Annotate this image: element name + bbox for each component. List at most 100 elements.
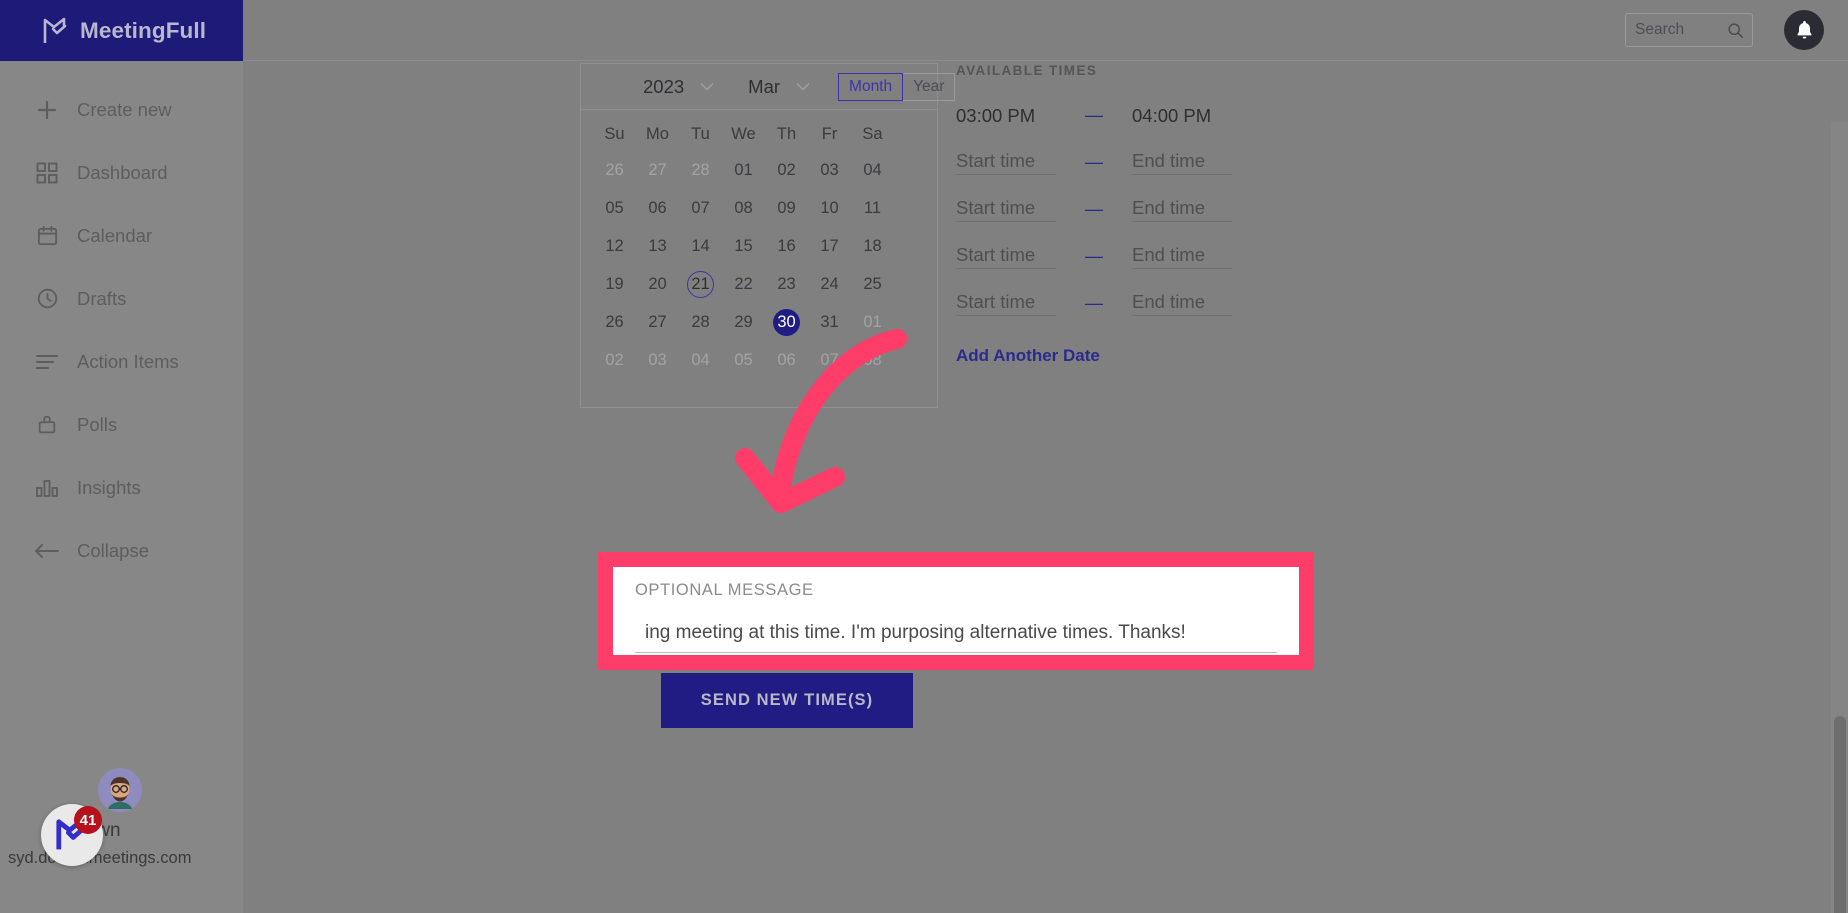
calendar-day-cell[interactable]: 26	[593, 303, 636, 341]
available-times-title: AVAILABLE TIMES	[956, 63, 1098, 78]
calendar-day-today: 21	[687, 270, 714, 298]
end-time-field[interactable]: End time	[1132, 150, 1232, 175]
start-time-field[interactable]: Start time	[956, 244, 1056, 269]
end-time-field[interactable]: 04:00 PM	[1132, 105, 1232, 127]
calendar-day-cell[interactable]: 11	[851, 189, 894, 227]
calendar-day-cell[interactable]: 26	[593, 151, 636, 189]
sidebar-item-dashboard[interactable]: Dashboard	[0, 141, 243, 204]
chevron-down-icon	[796, 82, 810, 91]
notification-bell-button[interactable]	[1784, 10, 1824, 50]
start-time-field[interactable]: Start time	[956, 291, 1056, 316]
calendar-day-cell[interactable]: 03	[636, 341, 679, 379]
available-time-row: Start time — End time	[956, 280, 1376, 327]
chevron-down-icon	[700, 82, 714, 91]
calendar-day-cell[interactable]: 25	[851, 265, 894, 303]
calendar-day-cell[interactable]: 27	[636, 151, 679, 189]
calendar-day-cell[interactable]: 08	[851, 341, 894, 379]
calendar-day-cell[interactable]: 31	[808, 303, 851, 341]
time-range-dash: —	[1085, 105, 1103, 125]
available-time-row: Start time — End time	[956, 186, 1376, 233]
sidebar-item-create-new[interactable]: Create new	[0, 78, 243, 141]
day-header: Sa	[862, 125, 883, 143]
main-content: 2023 Mar Month Year Su Mo Tu We Th Fr Sa…	[243, 61, 1848, 913]
clock-icon	[34, 286, 60, 312]
calendar-day-cell[interactable]: 01	[722, 151, 765, 189]
view-mode-year-button[interactable]: Year	[902, 72, 956, 101]
available-time-row: Start time — End time	[956, 139, 1376, 186]
end-time-field[interactable]: End time	[1132, 244, 1232, 269]
calendar-day-cell[interactable]: 06	[765, 341, 808, 379]
calendar-day-cell[interactable]: 07	[679, 189, 722, 227]
view-mode-month-button[interactable]: Month	[838, 72, 904, 101]
month-select[interactable]: Mar	[748, 76, 810, 98]
time-range-dash: —	[1085, 199, 1103, 219]
day-header: Fr	[821, 125, 838, 143]
calendar-day-cell[interactable]: 06	[636, 189, 679, 227]
search-input[interactable]	[1635, 21, 1727, 39]
optional-message-card: OPTIONAL MESSAGE ing meeting at this tim…	[598, 552, 1314, 670]
calendar-day-cell[interactable]: 28	[679, 303, 722, 341]
calendar-day-cell[interactable]: 01	[851, 303, 894, 341]
sidebar-item-collapse[interactable]: Collapse	[0, 519, 243, 582]
calendar-day-cell[interactable]: 27	[636, 303, 679, 341]
search-box[interactable]	[1625, 13, 1753, 47]
avatar[interactable]	[98, 768, 142, 812]
calendar-day-cell[interactable]: 04	[851, 151, 894, 189]
calendar-day-cell[interactable]: 23	[765, 265, 808, 303]
calendar-day-cell[interactable]: 05	[593, 189, 636, 227]
calendar-day-cell[interactable]: 19	[593, 265, 636, 303]
end-time-field[interactable]: End time	[1132, 291, 1232, 316]
send-new-times-button[interactable]: SEND NEW TIME(S)	[661, 673, 913, 728]
add-another-date-link[interactable]: Add Another Date	[956, 346, 1100, 366]
calendar-weeks: 26 27 28 01 02 03 04 05 06 07 08 09 10 11 12 13 14 15 16 17…	[593, 151, 925, 379]
brand-logo[interactable]: MeetingFull	[0, 0, 243, 61]
calendar-day-cell[interactable]: 08	[722, 189, 765, 227]
calendar-day-cell[interactable]: 15	[722, 227, 765, 265]
search-icon[interactable]	[1727, 22, 1744, 39]
calendar-day-cell[interactable]: 17	[808, 227, 851, 265]
sidebar-item-label: Create new	[77, 98, 172, 120]
calendar-day-cell[interactable]: 14	[679, 227, 722, 265]
calendar-day-cell[interactable]: 03	[808, 151, 851, 189]
calendar-day-cell[interactable]: 10	[808, 189, 851, 227]
start-time-field[interactable]: 03:00 PM	[956, 105, 1056, 127]
calendar-day-cell[interactable]: 24	[808, 265, 851, 303]
calendar-day-cell[interactable]: 21	[679, 265, 722, 303]
calendar-day-cell[interactable]: 16	[765, 227, 808, 265]
calendar-day-cell[interactable]: 04	[679, 341, 722, 379]
calendar-day-cell[interactable]: 29	[722, 303, 765, 341]
day-header: Su	[604, 125, 625, 143]
start-time-field[interactable]: Start time	[956, 197, 1056, 222]
calendar-week-row: 05 06 07 08 09 10 11	[593, 189, 925, 227]
sidebar-item-action-items[interactable]: Action Items	[0, 330, 243, 393]
calendar-week-row: 02 03 04 05 06 07 08	[593, 341, 925, 379]
day-header: We	[731, 125, 756, 143]
sidebar-item-polls[interactable]: Polls	[0, 393, 243, 456]
bar-chart-icon	[34, 475, 60, 501]
calendar-day-cell[interactable]: 07	[808, 341, 851, 379]
calendar-day-cell[interactable]: 02	[593, 341, 636, 379]
calendar-day-cell[interactable]: 05	[722, 341, 765, 379]
calendar-day-cell[interactable]: 02	[765, 151, 808, 189]
calendar-day-cell[interactable]: 13	[636, 227, 679, 265]
calendar-day-cell[interactable]: 22	[722, 265, 765, 303]
sidebar-item-calendar[interactable]: Calendar	[0, 204, 243, 267]
optional-message-label: OPTIONAL MESSAGE	[635, 581, 814, 599]
year-select[interactable]: 2023	[643, 76, 714, 98]
calendar-day-cell[interactable]: 09	[765, 189, 808, 227]
sidebar-item-drafts[interactable]: Drafts	[0, 267, 243, 330]
end-time-field[interactable]: End time	[1132, 197, 1232, 222]
sidebar-item-label: Collapse	[77, 539, 149, 561]
calendar-day-cell[interactable]: 18	[851, 227, 894, 265]
available-time-row: Start time — End time	[956, 233, 1376, 280]
start-time-field[interactable]: Start time	[956, 150, 1056, 175]
calendar-day-cell[interactable]: 28	[679, 151, 722, 189]
sidebar-item-insights[interactable]: Insights	[0, 456, 243, 519]
calendar-day-cell[interactable]: 20	[636, 265, 679, 303]
calendar-header: 2023 Mar Month Year	[581, 64, 956, 110]
calendar-day-cell[interactable]: 12	[593, 227, 636, 265]
arrow-left-icon	[34, 538, 60, 564]
vertical-scrollbar-thumb[interactable]	[1834, 716, 1846, 913]
optional-message-input[interactable]: ing meeting at this time. I'm purposing …	[635, 622, 1277, 653]
calendar-day-cell[interactable]: 30	[765, 303, 808, 341]
